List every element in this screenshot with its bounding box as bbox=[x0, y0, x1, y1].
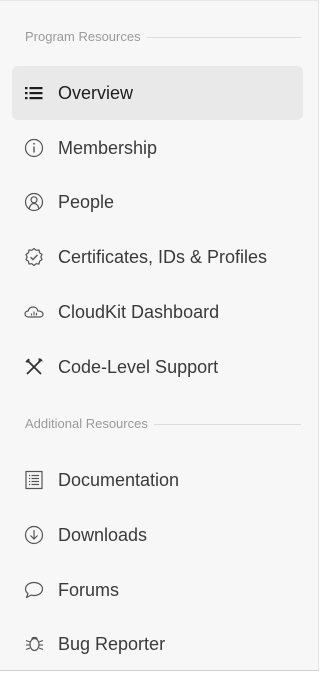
sidebar-item-overview[interactable]: Overview bbox=[12, 66, 303, 120]
section-title: Additional Resources bbox=[25, 416, 148, 431]
sidebar-item-label: Documentation bbox=[58, 469, 180, 490]
sidebar-item-label: Certificates, IDs & Profiles bbox=[58, 246, 268, 267]
sidebar-item-label: Overview bbox=[58, 82, 134, 103]
sidebar-item-membership[interactable]: Membership bbox=[12, 121, 303, 175]
section-header-program-resources: Program Resources bbox=[25, 29, 301, 44]
sidebar-item-label: Forums bbox=[58, 579, 120, 600]
section-title: Program Resources bbox=[25, 29, 141, 44]
sidebar-item-people[interactable]: People bbox=[12, 175, 303, 229]
bug-icon bbox=[22, 632, 46, 656]
section-divider bbox=[146, 37, 301, 38]
sidebar-item-label: Downloads bbox=[58, 524, 148, 545]
list-icon bbox=[22, 81, 46, 105]
sidebar-item-label: Bug Reporter bbox=[58, 633, 166, 654]
sidebar-item-documentation[interactable]: Documentation bbox=[12, 453, 303, 507]
sidebar-item-label: Membership bbox=[58, 137, 158, 158]
sidebar-item-label: CloudKit Dashboard bbox=[58, 301, 220, 322]
document-list-icon bbox=[22, 468, 46, 492]
section-divider bbox=[153, 424, 301, 425]
sidebar: Program Resources Overview Membership Pe… bbox=[0, 0, 319, 671]
download-circle-icon bbox=[22, 523, 46, 547]
badge-check-icon bbox=[22, 245, 46, 269]
section-header-additional-resources: Additional Resources bbox=[25, 416, 301, 431]
sidebar-item-label: People bbox=[58, 191, 115, 212]
person-circle-icon bbox=[22, 190, 46, 214]
sidebar-item-cloudkit-dashboard[interactable]: CloudKit Dashboard bbox=[12, 285, 303, 339]
info-circle-icon bbox=[22, 136, 46, 160]
speech-bubble-icon bbox=[22, 578, 46, 602]
cloud-chart-icon bbox=[22, 300, 46, 324]
sidebar-item-label: Code-Level Support bbox=[58, 356, 219, 377]
sidebar-item-forums[interactable]: Forums bbox=[12, 563, 303, 617]
sidebar-item-code-level-support[interactable]: Code-Level Support bbox=[12, 340, 303, 394]
sidebar-item-downloads[interactable]: Downloads bbox=[12, 508, 303, 562]
sidebar-item-bug-reporter[interactable]: Bug Reporter bbox=[12, 617, 303, 671]
sidebar-item-certificates[interactable]: Certificates, IDs & Profiles bbox=[12, 230, 303, 284]
tools-icon bbox=[22, 355, 46, 379]
